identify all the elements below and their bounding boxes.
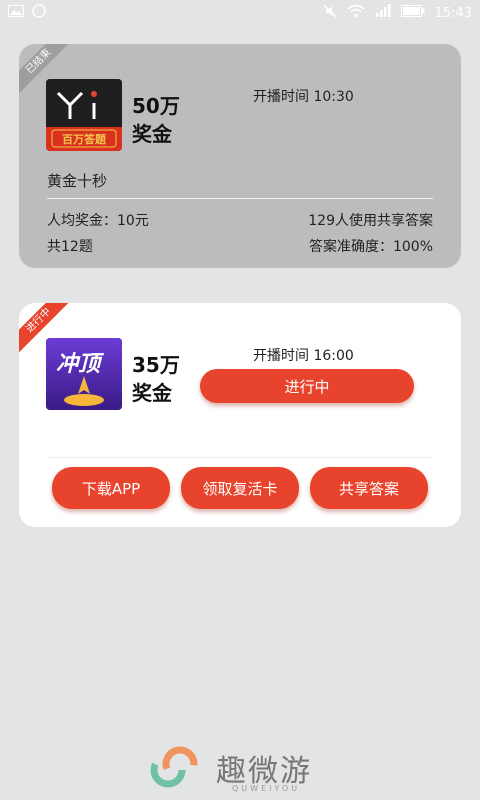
prize-label: 奖金 bbox=[132, 381, 172, 405]
wifi-icon bbox=[347, 4, 365, 22]
share-answers-button[interactable]: 共享答案 bbox=[310, 467, 428, 509]
game-card-ended[interactable]: 已结束 百万答题 50万 奖金 开播时间 10:30 黄金十秒 人均奖金：10元… bbox=[19, 44, 461, 268]
avg-prize: 人均奖金：10元 bbox=[47, 213, 149, 229]
brand-subtitle: QUWEIYOU bbox=[232, 784, 301, 793]
prize-label: 奖金 bbox=[132, 122, 172, 146]
game-name: 黄金十秒 bbox=[47, 172, 108, 190]
start-time: 开播时间 10:30 bbox=[253, 89, 354, 105]
download-app-button[interactable]: 下载APP bbox=[52, 467, 170, 509]
users-sharing: 129人使用共享答案 bbox=[308, 213, 433, 229]
mute-icon bbox=[323, 4, 337, 22]
divider bbox=[47, 457, 433, 458]
logo-text: 冲顶 bbox=[56, 352, 101, 377]
claim-revive-card-button[interactable]: 领取复活卡 bbox=[181, 467, 299, 509]
battery-icon bbox=[400, 5, 425, 21]
accuracy: 答案准确度：100% bbox=[308, 239, 433, 255]
prize-amount: 35万 bbox=[132, 353, 180, 377]
status-bar: 15:43 bbox=[0, 0, 480, 26]
chongding-logo: 冲顶 bbox=[46, 338, 122, 410]
logo-subtitle: 百万答题 bbox=[62, 133, 106, 146]
game-card-live[interactable]: 进行中 冲顶 35万 奖金 开播时间 16:00 进行中 下载APP 领取复活卡… bbox=[19, 303, 461, 527]
live-status-button[interactable]: 进行中 bbox=[200, 369, 414, 403]
baiwan-dati-logo: 百万答题 bbox=[46, 79, 122, 151]
quweiyou-logo-icon bbox=[150, 746, 198, 788]
gallery-icon bbox=[8, 5, 24, 21]
signal-icon bbox=[375, 4, 391, 22]
question-count: 共12题 bbox=[47, 239, 93, 255]
divider bbox=[47, 198, 433, 199]
chat-icon bbox=[32, 4, 46, 22]
prize-amount: 50万 bbox=[132, 94, 180, 118]
start-time: 开播时间 16:00 bbox=[253, 348, 354, 364]
status-time: 15:43 bbox=[434, 5, 472, 21]
brand-watermark: 趣微游 QUWEIYOU bbox=[148, 740, 338, 796]
